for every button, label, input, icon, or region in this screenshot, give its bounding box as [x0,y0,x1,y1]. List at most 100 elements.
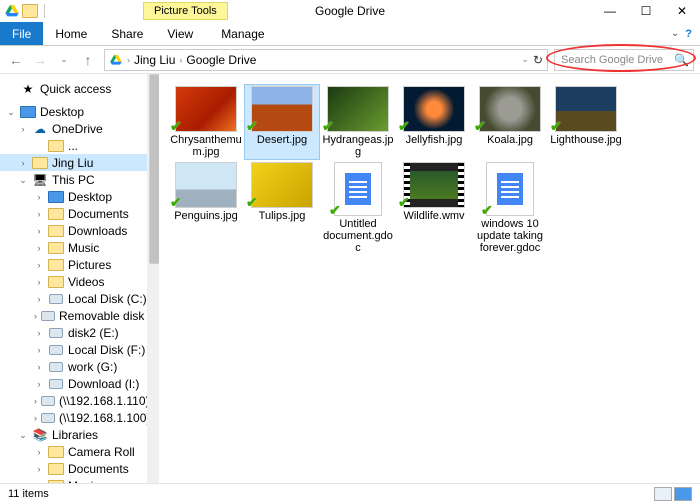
star-icon: ★ [20,82,36,96]
ribbon-expand-icon[interactable]: ⌄ [671,28,679,39]
file-item[interactable]: ✔Chrysanthemum.jpg [168,84,244,160]
ribbon-tabs: File Home Share View Manage ⌄ ? [0,22,700,46]
file-thumbnail: ✔ [486,162,534,216]
tab-share[interactable]: Share [99,22,155,45]
sync-check-icon: ✔ [329,202,341,219]
contextual-tab-header: Picture Tools [143,2,228,20]
tree-drive[interactable]: ›(\\192.168.1.110) (Y:) [0,392,159,409]
disk-icon [48,343,64,357]
details-view-button[interactable] [654,487,672,501]
file-item[interactable]: ✔Lighthouse.jpg [548,84,624,160]
tree-libraries[interactable]: ⌄📚Libraries [0,426,159,443]
nav-buttons: ← → ⌄ ↑ [6,50,98,70]
desktop-icon [20,105,36,119]
status-count: 11 items [8,488,49,500]
file-label: Penguins.jpg [174,210,238,222]
tree-drive[interactable]: ›(\\192.168.1.100) (Z:) [0,409,159,426]
help-icon[interactable]: ? [685,28,692,40]
tab-file[interactable]: File [0,22,43,45]
history-dropdown-icon[interactable]: ⌄ [521,54,529,65]
chevron-right-icon: › [127,55,130,65]
tree-onedrive[interactable]: ›☁OneDrive [0,120,159,137]
folder-icon [48,207,64,221]
ribbon-help: ⌄ ? [671,22,700,45]
tree-drive[interactable]: ›work (G:) [0,358,159,375]
refresh-icon[interactable]: ↻ [533,53,543,67]
window-controls: — ☐ ✕ [592,1,700,21]
tree-drive[interactable]: ›Local Disk (C:) [0,290,159,307]
file-item[interactable]: ✔ Penguins.jpg [168,160,244,256]
tree-item[interactable]: ›Desktop [0,188,159,205]
file-item[interactable]: ✔Desert.jpg [244,84,320,160]
search-input[interactable]: Search Google Drive 🔍 [554,49,694,71]
sidebar-scrollbar[interactable] [147,74,159,486]
sync-check-icon: ✔ [322,118,334,135]
recent-locations-icon[interactable]: ⌄ [54,50,74,70]
folder-icon [22,4,38,18]
tree-user[interactable]: ›Jing Liu [0,154,159,171]
chevron-right-icon: › [179,55,182,65]
tree-drive[interactable]: ›Local Disk (F:) [0,341,159,358]
sync-check-icon: ✔ [398,118,410,135]
tree-drive[interactable]: ›Removable disk (D:) [0,307,159,324]
tree-item[interactable]: ›Videos [0,273,159,290]
tree-desktop[interactable]: ⌄Desktop [0,103,159,120]
folder-icon [48,224,64,238]
minimize-button[interactable]: — [592,1,628,21]
up-button[interactable]: ↑ [78,50,98,70]
file-item[interactable]: ✔Tulips.jpg [244,160,320,256]
tree-folder[interactable]: ... [0,137,159,154]
tab-view[interactable]: View [155,22,205,45]
breadcrumb-item[interactable]: Google Drive [186,53,256,67]
file-item[interactable]: ✔Wildlife.wmv [396,160,472,256]
maximize-button[interactable]: ☐ [628,1,664,21]
tree-quick-access[interactable]: ★Quick access [0,80,159,97]
quick-access-toolbar [0,3,49,19]
file-item[interactable]: ✔ Koala.jpg [472,84,548,160]
file-thumbnail: ✔ [251,86,313,132]
file-thumbnail: ✔ [403,86,465,132]
file-thumbnail: ✔ [175,162,237,208]
sync-check-icon: ✔ [170,118,182,135]
pc-icon: 🖥 [32,173,48,187]
tab-manage[interactable]: Manage [209,22,276,45]
file-label: Chrysanthemum.jpg [170,134,242,158]
tree-item[interactable]: ›Camera Roll [0,443,159,460]
folder-icon [48,139,64,153]
file-item[interactable]: ✔Hydrangeas.jpg [320,84,396,160]
google-drive-icon [4,3,20,19]
tree-item[interactable]: ›Pictures [0,256,159,273]
close-button[interactable]: ✕ [664,1,700,21]
tree-item[interactable]: ›Downloads [0,222,159,239]
tree-item[interactable]: ›Documents [0,205,159,222]
file-list-pane[interactable]: ✔Chrysanthemum.jpg✔Desert.jpg✔Hydrangeas… [160,74,700,486]
folder-icon [48,445,64,459]
tree-drive[interactable]: ›Download (I:) [0,375,159,392]
file-item[interactable]: ✔windows 10 update taking forever.gdoc [472,160,548,256]
file-item[interactable]: ✔Untitled document.gdoc [320,160,396,256]
sync-check-icon: ✔ [481,202,493,219]
file-thumbnail: ✔ [479,86,541,132]
forward-button[interactable]: → [30,50,50,70]
tree-item[interactable]: ›Music [0,239,159,256]
file-item[interactable]: ✔Jellyfish.jpg [396,84,472,160]
breadcrumb-item[interactable]: Jing Liu [134,53,175,67]
file-thumbnail: ✔ [251,162,313,208]
breadcrumb[interactable]: › Jing Liu › Google Drive ⌄ ↻ [104,49,548,71]
sync-check-icon: ✔ [246,194,258,211]
tree-item[interactable]: ›Documents [0,460,159,477]
folder-icon [48,275,64,289]
scrollbar-thumb[interactable] [149,74,160,264]
tab-home[interactable]: Home [43,22,99,45]
google-drive-icon [109,53,123,67]
status-bar: 11 items [0,483,700,503]
back-button[interactable]: ← [6,50,26,70]
thumbnails-view-button[interactable] [674,487,692,501]
file-grid: ✔Chrysanthemum.jpg✔Desert.jpg✔Hydrangeas… [168,84,692,256]
file-thumbnail: ✔ [327,86,389,132]
title-bar: Picture Tools Google Drive — ☐ ✕ [0,0,700,22]
file-label: Koala.jpg [487,134,533,146]
tree-this-pc[interactable]: ⌄🖥This PC [0,171,159,188]
tree-drive[interactable]: ›disk2 (E:) [0,324,159,341]
folder-icon [48,462,64,476]
